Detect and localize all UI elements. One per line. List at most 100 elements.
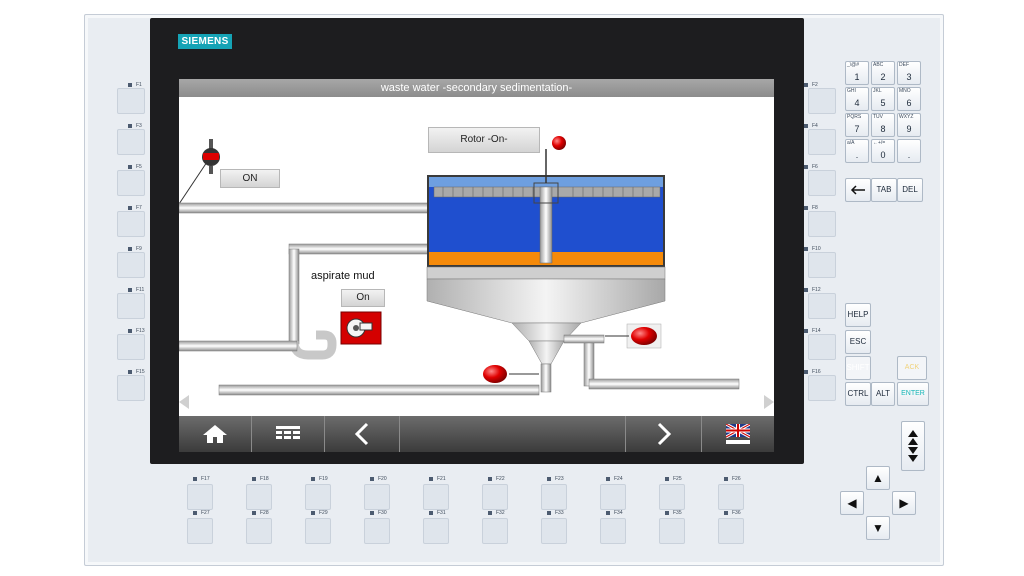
- keypad-key[interactable]: _\@# 1: [845, 61, 869, 85]
- function-key-label: F30: [378, 510, 387, 516]
- function-key-label: F4: [812, 123, 818, 129]
- rotor-on-button[interactable]: Rotor -On-: [428, 127, 540, 153]
- function-key[interactable]: [305, 518, 331, 544]
- function-key[interactable]: [808, 88, 836, 114]
- function-key[interactable]: [808, 293, 836, 319]
- function-key-label: F18: [260, 476, 269, 482]
- function-key[interactable]: [808, 252, 836, 278]
- keypad-key[interactable]: MNO 6: [897, 87, 921, 111]
- keypad-key-label: 1: [854, 72, 860, 82]
- help-key[interactable]: HELP: [845, 303, 871, 327]
- function-key[interactable]: [117, 211, 145, 237]
- function-key[interactable]: [808, 170, 836, 196]
- led-indicator: [429, 511, 433, 515]
- language-button[interactable]: [702, 416, 774, 452]
- led-indicator: [488, 477, 492, 481]
- keypad-key[interactable]: WXYZ 9: [897, 113, 921, 137]
- led-indicator: [128, 206, 132, 210]
- arrow-down-key[interactable]: ▼: [866, 516, 890, 540]
- tab-key[interactable]: TAB: [871, 178, 897, 202]
- page-up-down-key[interactable]: [901, 421, 925, 471]
- ack-key[interactable]: ACK: [897, 356, 927, 380]
- valve-lamp-right: [605, 323, 662, 349]
- function-key[interactable]: [117, 334, 145, 360]
- function-key[interactable]: [600, 518, 626, 544]
- aspirate-on-button[interactable]: On: [341, 289, 385, 307]
- on-button[interactable]: ON: [220, 169, 280, 188]
- function-key[interactable]: [808, 375, 836, 401]
- keypad-key[interactable]: .: [897, 139, 921, 163]
- led-indicator: [804, 165, 808, 169]
- home-button[interactable]: [179, 416, 252, 452]
- keypad-key-alt-label: GHI: [847, 88, 856, 94]
- function-key[interactable]: [364, 484, 390, 510]
- arrow-left-icon: [850, 185, 865, 195]
- navigation-bar: [179, 416, 774, 452]
- function-key[interactable]: [808, 211, 836, 237]
- alt-key[interactable]: ALT: [871, 382, 895, 406]
- function-key[interactable]: [423, 518, 449, 544]
- arrow-up-key[interactable]: ▲: [866, 466, 890, 490]
- keypad-key[interactable]: ABC 2: [871, 61, 895, 85]
- function-key-label: F33: [555, 510, 564, 516]
- function-key-label: F3: [136, 123, 142, 129]
- function-key[interactable]: [718, 518, 744, 544]
- esc-key[interactable]: ESC: [845, 330, 871, 354]
- valve-lamp-bottom: [483, 365, 539, 383]
- function-key[interactable]: [541, 484, 567, 510]
- function-key[interactable]: [423, 484, 449, 510]
- arrow-right-key[interactable]: ▶: [892, 491, 916, 515]
- function-key[interactable]: [117, 88, 145, 114]
- keypad-key[interactable]: DEF 3: [897, 61, 921, 85]
- function-key-label: F26: [732, 476, 741, 482]
- shift-key[interactable]: SHIFT: [845, 356, 871, 380]
- function-key[interactable]: [482, 484, 508, 510]
- keypad-key[interactable]: a/A.: [845, 139, 869, 163]
- function-key[interactable]: [246, 484, 272, 510]
- function-key[interactable]: [600, 484, 626, 510]
- backspace-key[interactable]: [845, 178, 871, 202]
- function-key[interactable]: [659, 484, 685, 510]
- keypad-key[interactable]: ←+/= 0: [871, 139, 895, 163]
- back-button[interactable]: [325, 416, 400, 452]
- function-key[interactable]: [718, 484, 744, 510]
- function-key-label: F9: [136, 246, 142, 252]
- keypad-key-label: 4: [854, 98, 860, 108]
- function-key[interactable]: [117, 293, 145, 319]
- enter-key[interactable]: ENTER: [897, 382, 929, 406]
- function-key[interactable]: [541, 518, 567, 544]
- function-key[interactable]: [117, 375, 145, 401]
- function-key[interactable]: [808, 334, 836, 360]
- led-indicator: [252, 477, 256, 481]
- function-key[interactable]: [117, 170, 145, 196]
- keypad-key[interactable]: GHI 4: [845, 87, 869, 111]
- del-key[interactable]: DEL: [897, 178, 923, 202]
- function-key[interactable]: [659, 518, 685, 544]
- keypad-key[interactable]: PQRS 7: [845, 113, 869, 137]
- arrow-left-key[interactable]: ◀: [840, 491, 864, 515]
- forward-button[interactable]: [626, 416, 702, 452]
- aspirate-mud-label: aspirate mud: [311, 270, 375, 282]
- function-key-label: F11: [136, 287, 145, 293]
- function-key[interactable]: [364, 518, 390, 544]
- function-key[interactable]: [246, 518, 272, 544]
- function-key-label: F28: [260, 510, 269, 516]
- led-indicator: [429, 477, 433, 481]
- function-key[interactable]: [117, 129, 145, 155]
- function-key[interactable]: [482, 518, 508, 544]
- function-key-label: F7: [136, 205, 142, 211]
- screen-list-button[interactable]: [252, 416, 325, 452]
- led-indicator: [370, 511, 374, 515]
- function-key-label: F27: [201, 510, 210, 516]
- function-key[interactable]: [187, 484, 213, 510]
- brand-logo: SIEMENS: [178, 34, 232, 49]
- function-key[interactable]: [187, 518, 213, 544]
- keypad-key[interactable]: JKL 5: [871, 87, 895, 111]
- function-key[interactable]: [117, 252, 145, 278]
- function-key[interactable]: [808, 129, 836, 155]
- function-key-label: F32: [496, 510, 505, 516]
- ctrl-key[interactable]: CTRL: [845, 382, 871, 406]
- keypad-key[interactable]: TUV 8: [871, 113, 895, 137]
- led-indicator: [193, 477, 197, 481]
- function-key[interactable]: [305, 484, 331, 510]
